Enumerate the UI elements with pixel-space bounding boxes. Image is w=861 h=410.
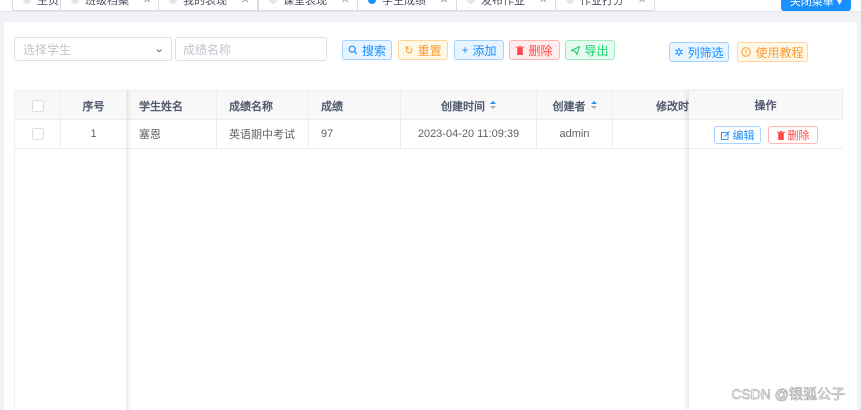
tag-label: 作业打分 [580,0,624,7]
score-name-input[interactable]: 成绩名称 [175,37,327,61]
edit-button-label: 编辑 [732,130,755,142]
cell-score: 97 [309,120,401,148]
tag-label: 班级档案 [85,0,129,7]
add-button[interactable]: + 添加 [454,40,504,60]
row-checkbox[interactable] [31,128,44,140]
tag-dot-icon [169,0,177,4]
tag-my-performance[interactable]: 我的表现 ✕ [158,0,259,11]
student-select[interactable]: 选择学生 ⌄ [14,37,172,61]
score-name-placeholder: 成绩名称 [183,42,232,57]
row-delete-button[interactable]: 删除 [768,126,818,144]
select-all-checkbox[interactable] [31,99,44,112]
edit-icon [720,130,730,140]
close-icon[interactable]: ✕ [440,0,448,6]
tag-grade-homework[interactable]: 作业打分 ✕ [555,0,656,11]
close-icon[interactable]: ✕ [241,0,249,6]
chevron-down-icon: ⌄ [153,43,165,55]
creator-label: 创建者 [552,100,586,113]
delete-button[interactable]: 删除 [509,40,560,60]
sort-icon[interactable] [490,101,496,110]
reset-button-label: 重置 [417,43,442,58]
export-button[interactable]: 导出 [565,40,615,60]
row-actions: 编辑 删除 [689,120,843,149]
gear-icon: ✲ [674,46,684,59]
tag-student-scores[interactable]: 学生成绩 ✕ [357,0,458,11]
sort-icon[interactable] [590,101,597,110]
plus-icon: + [461,43,469,57]
cell-modified-time [613,120,689,148]
tag-dot-icon [368,0,376,4]
tag-class-archive[interactable]: 班级档案 ✕ [60,0,161,11]
header-index: 序号 [61,91,127,120]
created-time-label: 创建时间 [441,100,485,113]
scores-table: 序号 学生姓名 成绩名称 成绩 创建时间 创建者 修改时 1 塞恩 英语期中考试… [14,90,843,410]
header-score: 成绩 [309,91,401,120]
header-select-all[interactable] [15,91,61,120]
caret-down-icon: ▾ [836,0,843,8]
close-icon[interactable]: ✕ [143,0,151,6]
send-icon [571,45,581,55]
close-menu-label: 关闭菜单 [789,0,834,8]
trash-icon [516,45,525,55]
tag-class-performance[interactable]: 课堂表现 ✕ [258,0,359,11]
trash-icon [776,130,785,140]
student-select-placeholder: 选择学生 [23,42,72,57]
cell-score-name: 英语期中考试 [217,120,309,148]
row-delete-label: 删除 [787,130,810,142]
delete-button-label: 删除 [528,43,553,58]
tag-dot-icon [566,0,574,4]
main-card: 选择学生 ⌄ 成绩名称 搜索 ↻ 重置 + 添加 删除 导出 ✲ 列筛选 ? 使… [4,22,857,410]
tutorial-button[interactable]: ? 使用教程 [737,42,808,62]
header-actions: 操作 [689,90,843,120]
tutorial-button-label: 使用教程 [755,45,804,60]
search-button-label: 搜索 [361,43,386,58]
tag-dot-icon [71,0,79,4]
tag-dot-icon [269,0,277,4]
tag-label: 我的表现 [183,0,227,7]
fixed-actions-column: 操作 编辑 删除 [689,90,843,410]
tag-dot-icon [467,0,475,4]
tag-publish-homework[interactable]: 发布作业 ✕ [456,0,557,11]
close-icon[interactable]: ✕ [638,0,646,6]
refresh-icon: ↻ [404,44,414,57]
add-button-label: 添加 [472,43,497,58]
header-student-name: 学生姓名 [127,91,217,120]
column-filter-label: 列筛选 [687,45,724,60]
cell-student-name: 塞恩 [127,120,217,148]
header-created-time[interactable]: 创建时间 [401,91,537,120]
tag-label: 课堂表现 [283,0,327,7]
cell-index: 1 [61,120,127,148]
watermark: CSDN @银狐公子 [731,386,845,402]
reset-button[interactable]: ↻ 重置 [398,40,448,60]
tag-dot-icon [23,0,31,4]
tag-label: 学生成绩 [382,0,426,7]
fixed-column-shadow [127,90,131,410]
header-creator[interactable]: 创建者 [537,91,613,120]
search-button[interactable]: 搜索 [342,40,392,60]
edit-button[interactable]: 编辑 [714,126,761,144]
cell-creator: admin [537,120,613,148]
svg-text:?: ? [745,49,748,57]
column-filter-button[interactable]: ✲ 列筛选 [669,42,729,62]
question-circle-icon: ? [741,47,752,57]
export-button-label: 导出 [584,43,609,58]
tags-view-bar: 主页 班级档案 ✕ 我的表现 ✕ 课堂表现 ✕ 学生成绩 ✕ 发布作业 ✕ 作业… [0,0,861,12]
search-icon [348,45,358,55]
cell-created-time: 2023-04-20 11:09:39 [401,120,537,148]
close-menu-button[interactable]: 关闭菜单 ▾ [781,0,851,11]
close-icon[interactable]: ✕ [341,0,349,6]
tag-label: 主页 [37,0,59,7]
close-icon[interactable]: ✕ [539,0,547,6]
row-select-cell[interactable] [15,120,61,148]
tag-label: 发布作业 [481,0,525,7]
header-score-name: 成绩名称 [217,91,309,120]
